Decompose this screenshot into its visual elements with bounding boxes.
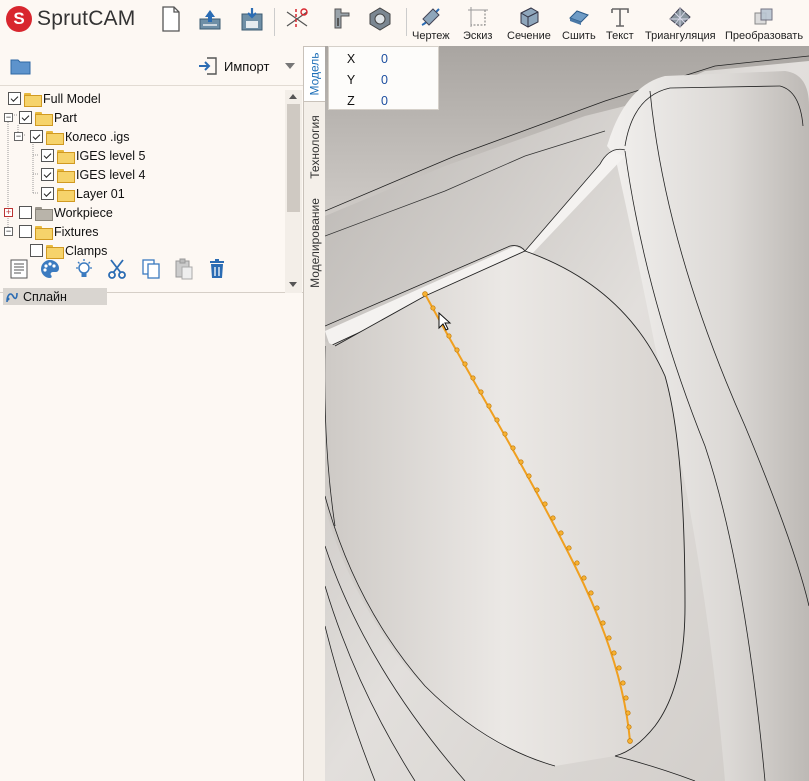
measure-icon[interactable]	[329, 6, 355, 32]
folder-icon	[35, 111, 53, 126]
collapse-icon[interactable]: −	[4, 227, 13, 236]
coord-z: Z 0	[347, 93, 388, 108]
logo-mark: S	[6, 6, 32, 32]
triangulation-button[interactable]: Триангуляция	[645, 4, 716, 44]
mouse-cursor-icon	[438, 311, 452, 335]
tree-item-layer-01[interactable]: Layer 01	[41, 184, 125, 203]
folder-icon	[24, 92, 42, 107]
stitch-icon	[566, 4, 592, 30]
sketch-icon	[465, 4, 491, 30]
model-tree-panel: Импорт Full Model − Part − Колесо .igs I…	[0, 46, 303, 781]
copy-icon[interactable]	[140, 258, 162, 280]
view-fit-icon[interactable]	[367, 6, 393, 32]
side-tabs: Модель Технология Моделирование	[303, 46, 326, 781]
text-icon	[607, 4, 633, 30]
sketch-button[interactable]: Эскиз	[463, 4, 492, 44]
drawing-icon	[418, 4, 444, 30]
section-icon	[516, 4, 542, 30]
drawing-button[interactable]: Чертеж	[412, 4, 450, 44]
collapse-icon[interactable]: −	[4, 113, 13, 122]
transform-button[interactable]: Преобразовать	[725, 4, 803, 44]
paste-icon[interactable]	[173, 258, 195, 280]
light-bulb-icon[interactable]	[73, 258, 95, 280]
tree-item-iges-level-5[interactable]: IGES level 5	[41, 146, 145, 165]
tab-model[interactable]: Модель	[304, 46, 326, 102]
spline-icon	[6, 292, 18, 302]
tree-item-part[interactable]: Part	[19, 108, 77, 127]
checkbox[interactable]	[19, 225, 32, 238]
scroll-up-icon[interactable]	[289, 94, 297, 99]
expand-icon[interactable]: +	[4, 208, 13, 217]
text-button[interactable]: Текст	[606, 4, 634, 44]
tab-technology[interactable]: Технология	[304, 106, 326, 188]
folder-icon	[46, 130, 64, 145]
stitch-button[interactable]: Сшить	[562, 4, 596, 44]
toolbar-separator	[406, 8, 407, 36]
checkbox[interactable]	[41, 168, 54, 181]
checkbox[interactable]	[19, 206, 32, 219]
folder-icon	[35, 206, 53, 221]
model-render	[325, 46, 809, 781]
coordinate-readout: X 0 Y 0 Z 0	[328, 46, 439, 110]
tree-item-workpiece[interactable]: Workpiece	[19, 203, 113, 222]
tab-simulation[interactable]: Моделирование	[304, 188, 326, 298]
tree-item-fixtures[interactable]: Fixtures	[19, 222, 98, 241]
app-name: SprutCAM	[37, 7, 136, 30]
coord-y: Y 0	[346, 72, 388, 87]
section-button[interactable]: Сечение	[507, 4, 551, 44]
import-label: Импорт	[224, 58, 270, 74]
object-toolbar	[0, 254, 303, 286]
tree-toolbar: Импорт	[0, 46, 303, 86]
open-folder-icon[interactable]	[10, 58, 31, 78]
coord-x: X 0	[346, 51, 388, 66]
cut-icon[interactable]	[106, 258, 128, 280]
checkbox[interactable]	[30, 130, 43, 143]
folder-icon	[57, 149, 75, 164]
import-button[interactable]: Импорт	[198, 54, 269, 78]
collapse-icon[interactable]: −	[14, 132, 23, 141]
snap-icon[interactable]	[284, 6, 310, 32]
selected-object-label: Сплайн	[23, 289, 67, 304]
checkbox[interactable]	[41, 149, 54, 162]
selected-object-row[interactable]: Сплайн	[3, 288, 107, 305]
checkbox[interactable]	[19, 111, 32, 124]
checkbox[interactable]	[41, 187, 54, 200]
main-toolbar: S SprutCAM Чертеж Эскиз Сечение Сшить Те…	[0, 0, 809, 46]
import-icon	[199, 57, 217, 75]
folder-icon	[57, 168, 75, 183]
3d-viewport[interactable]: X 0 Y 0 Z 0	[325, 46, 809, 781]
app-logo: S SprutCAM	[6, 6, 135, 32]
triangulation-icon	[667, 4, 693, 30]
tree-item-full-model[interactable]: Full Model	[8, 89, 101, 108]
tree-item-iges-level-4[interactable]: IGES level 4	[41, 165, 145, 184]
checkbox[interactable]	[8, 92, 21, 105]
new-file-icon[interactable]	[158, 6, 184, 32]
properties-list-icon[interactable]	[8, 258, 30, 280]
palette-icon[interactable]	[39, 258, 61, 280]
scroll-thumb[interactable]	[287, 104, 300, 212]
folder-icon	[35, 225, 53, 240]
save-file-icon[interactable]	[239, 6, 265, 32]
import-dropdown-icon[interactable]	[285, 63, 295, 69]
tree-item-koleso-igs[interactable]: Колесо .igs	[30, 127, 129, 146]
transform-icon	[751, 4, 777, 30]
delete-icon[interactable]	[206, 258, 228, 280]
folder-icon	[57, 187, 75, 202]
open-file-icon[interactable]	[197, 6, 223, 32]
toolbar-separator	[274, 8, 275, 36]
